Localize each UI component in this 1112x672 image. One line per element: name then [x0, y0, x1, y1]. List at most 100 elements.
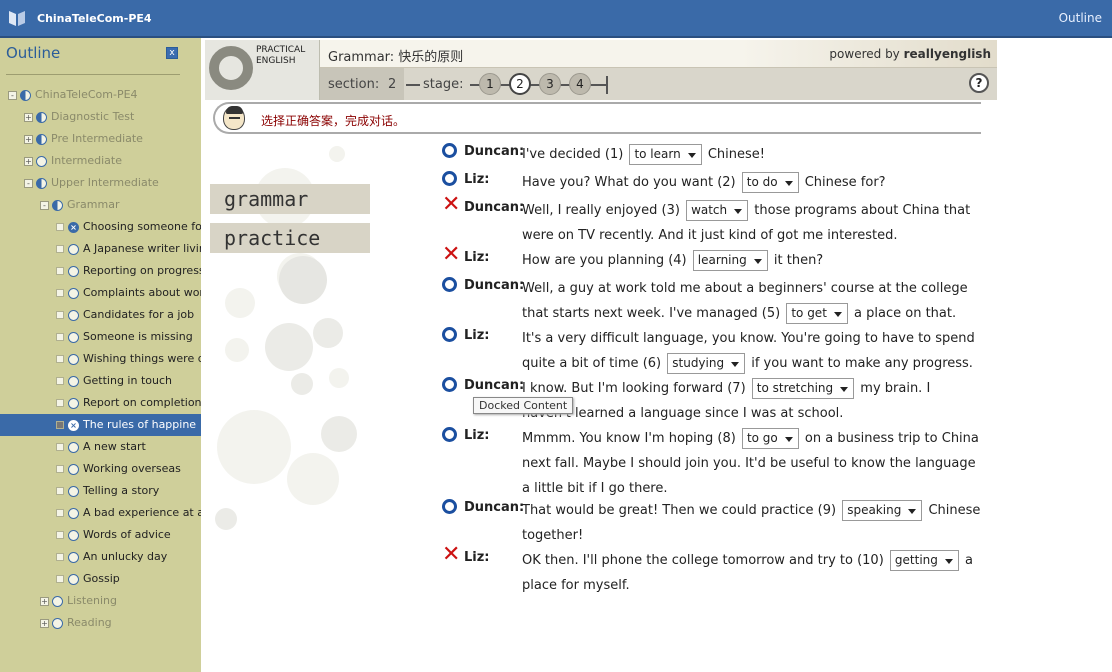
speaker-name: Duncan:	[464, 500, 525, 515]
outline-item[interactable]: Telling a story	[0, 480, 201, 502]
collapse-icon[interactable]: -	[40, 200, 49, 210]
leaf-checkbox-icon	[56, 443, 64, 451]
answer-dropdown[interactable]: to go	[741, 428, 799, 449]
leaf-checkbox-icon	[56, 333, 64, 341]
expand-icon[interactable]: +	[24, 112, 33, 122]
outline-item[interactable]: Someone is missing	[0, 326, 201, 348]
outline-item[interactable]: + Reading	[0, 612, 201, 634]
outline-item-label: Diagnostic Test	[51, 110, 135, 123]
speaker-name: Liz:	[464, 172, 490, 187]
outline-item[interactable]: Wishing things were di	[0, 348, 201, 370]
partial-status-icon	[20, 89, 31, 101]
utterance: Have you? What do you want (2) to do Chi…	[522, 170, 982, 195]
outline-item-label: Gossip	[83, 572, 120, 585]
leaf-checkbox-icon	[56, 553, 64, 561]
utterance-text: it then?	[773, 253, 824, 268]
leaf-checkbox-icon	[56, 223, 64, 231]
expand-icon[interactable]: +	[24, 156, 33, 166]
section-value: 2	[388, 77, 397, 92]
tab-practice[interactable]: practice	[210, 223, 370, 253]
answer-dropdown[interactable]: speaking	[842, 500, 923, 521]
help-icon[interactable]: ?	[969, 73, 989, 93]
outline-item[interactable]: + Diagnostic Test	[0, 106, 201, 128]
answer-dropdown[interactable]: learning	[692, 250, 768, 271]
outline-item[interactable]: Words of advice	[0, 524, 201, 546]
stage-2[interactable]: 2	[509, 73, 531, 95]
decorative-bubble	[279, 256, 327, 304]
outline-item[interactable]: - Upper Intermediate	[0, 172, 201, 194]
outline-item-label: A Japanese writer living	[83, 242, 201, 255]
collapse-icon[interactable]: -	[24, 178, 33, 188]
speaker-name: Duncan:	[464, 144, 525, 159]
leaf-checkbox-icon	[56, 421, 64, 429]
answer-dropdown[interactable]: to get	[786, 303, 848, 324]
outline-item[interactable]: An unlucky day	[0, 546, 201, 568]
utterance: OK then. I'll phone the college tomorrow…	[522, 548, 982, 598]
lesson-title: Grammar: 快乐的原则	[328, 50, 464, 65]
outline-item[interactable]: Working overseas	[0, 458, 201, 480]
outline-item[interactable]: + Listening	[0, 590, 201, 612]
decorative-bubble	[287, 453, 339, 505]
utterance: That would be great! Then we could pract…	[522, 498, 982, 548]
correct-mark-icon	[442, 327, 457, 342]
outline-item-label: Wishing things were di	[83, 352, 201, 365]
outline-link[interactable]: Outline	[1059, 11, 1102, 25]
utterance-text: Well, I really enjoyed (3)	[522, 203, 680, 218]
stage-4[interactable]: 4	[569, 73, 591, 95]
outline-item[interactable]: + Intermediate	[0, 150, 201, 172]
lesson-header: PRACTICAL ENGLISH Grammar: 快乐的原则 powered…	[205, 40, 997, 100]
answer-dropdown[interactable]: getting	[889, 550, 959, 571]
outline-item[interactable]: × The rules of happine	[0, 414, 201, 436]
expand-icon[interactable]: +	[24, 134, 33, 144]
top-bar: ChinaTeleCom-PE4 Outline	[0, 0, 1112, 38]
answer-dropdown[interactable]: to do	[741, 172, 799, 193]
close-icon[interactable]: x	[166, 47, 178, 59]
not-started-status-icon	[68, 441, 79, 453]
outline-item[interactable]: Report on completion o	[0, 392, 201, 414]
answer-dropdown[interactable]: studying	[667, 353, 746, 374]
progress-nav: section: 2 stage: 1 2 3 4 ?	[320, 68, 997, 100]
decorative-bubble	[225, 338, 249, 362]
outline-item-label: Working overseas	[83, 462, 181, 475]
answer-dropdown[interactable]: watch	[686, 200, 749, 221]
stage-3[interactable]: 3	[539, 73, 561, 95]
decorative-bubble	[225, 288, 255, 318]
powered-by: powered by reallyenglish	[829, 47, 991, 61]
outline-item[interactable]: A new start	[0, 436, 201, 458]
utterance-text: That would be great! Then we could pract…	[522, 503, 837, 518]
outline-item[interactable]: A bad experience at a	[0, 502, 201, 524]
utterance-text: I've decided (1)	[522, 147, 624, 162]
outline-item-label: Listening	[67, 594, 117, 607]
partial-status-icon	[52, 199, 63, 211]
outline-item[interactable]: - Grammar	[0, 194, 201, 216]
stage-1[interactable]: 1	[479, 73, 501, 95]
sidebar-title: Outline	[6, 44, 61, 62]
expand-icon[interactable]: +	[40, 596, 49, 606]
tab-grammar[interactable]: grammar	[210, 184, 370, 214]
answer-dropdown[interactable]: to learn	[629, 144, 702, 165]
outline-item[interactable]: A Japanese writer living	[0, 238, 201, 260]
outline-item[interactable]: Complaints about work	[0, 282, 201, 304]
speaker-name: Liz:	[464, 250, 490, 265]
utterance: How are you planning (4) learning it the…	[522, 248, 982, 273]
collapse-icon[interactable]: -	[8, 90, 17, 100]
outline-item[interactable]: - ChinaTeleCom-PE4	[0, 84, 201, 106]
divider	[6, 74, 180, 75]
expand-icon[interactable]: +	[40, 618, 49, 628]
answer-dropdown[interactable]: to stretching	[751, 378, 855, 399]
not-started-status-icon	[68, 551, 79, 563]
outline-item[interactable]: Gossip	[0, 568, 201, 590]
outline-item[interactable]: Getting in touch	[0, 370, 201, 392]
utterance: I know. But I'm looking forward (7) to s…	[522, 376, 982, 426]
teacher-face-icon	[223, 106, 245, 130]
leaf-checkbox-icon	[56, 245, 64, 253]
outline-item[interactable]: Candidates for a job	[0, 304, 201, 326]
speaker-name: Duncan:	[464, 378, 525, 393]
outline-item[interactable]: + Pre Intermediate	[0, 128, 201, 150]
outline-item-label: Report on completion o	[83, 396, 201, 409]
outline-item[interactable]: × Choosing someone for a	[0, 216, 201, 238]
decorative-bubble	[329, 368, 349, 388]
logo-ring-icon	[209, 46, 253, 90]
utterance-text: Mmmm. You know I'm hoping (8)	[522, 431, 736, 446]
outline-item[interactable]: Reporting on progress	[0, 260, 201, 282]
